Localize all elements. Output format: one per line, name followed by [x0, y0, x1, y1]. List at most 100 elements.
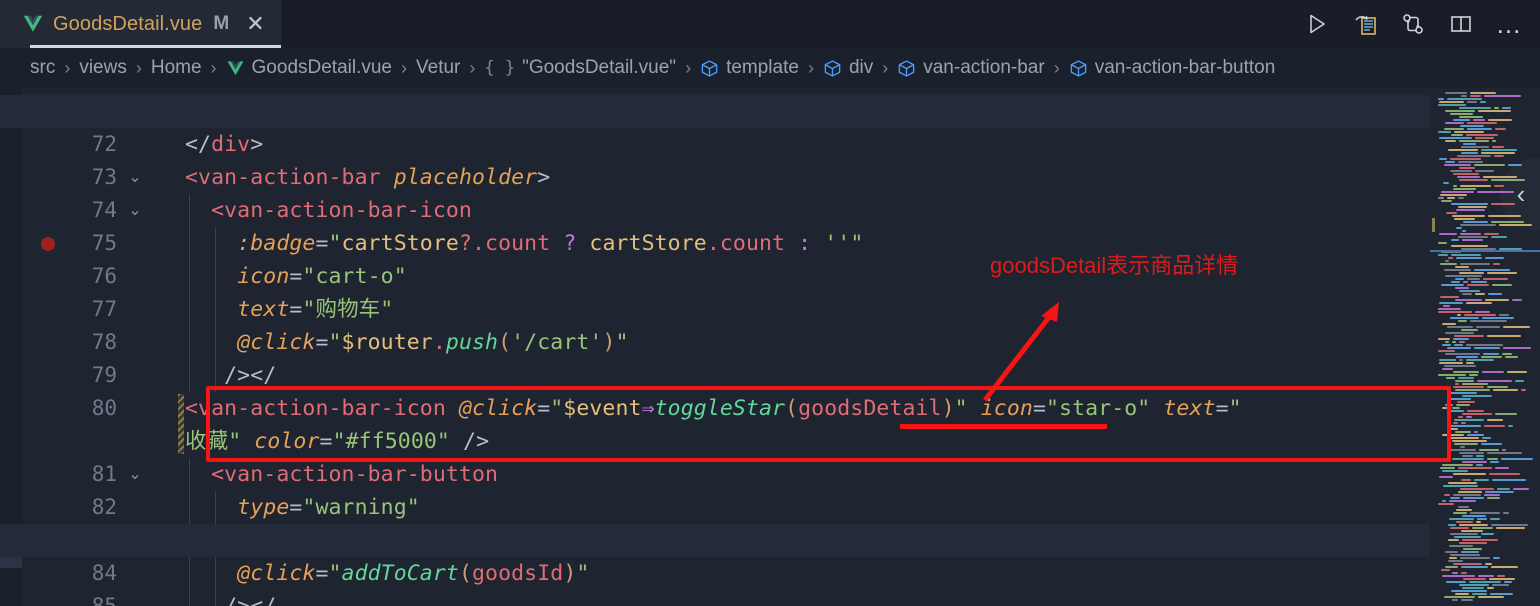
code-line: /></: [185, 359, 276, 392]
breadcrumb-separator: ›: [401, 57, 407, 78]
minimap-line: [1474, 479, 1489, 481]
minimap-line: [1491, 566, 1518, 568]
code-line: /></: [185, 590, 276, 606]
minimap[interactable]: ‹: [1430, 88, 1540, 606]
breadcrumb-item-template[interactable]: template: [700, 57, 799, 79]
run-code-icon[interactable]: [1304, 11, 1330, 37]
minimap-line: [1461, 551, 1479, 553]
minimap-line: [1438, 503, 1454, 505]
code-editor[interactable]: 53›7273⌄74⌄75767778798081⌄82838485 <div …: [0, 88, 1540, 606]
minimap-line: [1453, 173, 1479, 175]
tab-label: GoodsDetail.vue: [53, 12, 203, 35]
more-actions-icon[interactable]: …: [1496, 11, 1522, 37]
chevron-down-icon[interactable]: ⌄: [126, 161, 144, 194]
chevron-down-icon[interactable]: ⌄: [126, 458, 144, 491]
breadcrumb-item-src[interactable]: src: [30, 57, 55, 79]
minimap-line: [1513, 488, 1529, 490]
close-icon[interactable]: ✕: [246, 13, 264, 35]
minimap-line: [1453, 386, 1484, 388]
minimap-line: [1459, 272, 1484, 274]
annotation-note: goodsDetail表示商品详情: [990, 253, 1239, 278]
breadcrumb-item-home[interactable]: Home: [151, 57, 202, 79]
line-number: 73: [91, 165, 117, 189]
minimap-line: [1439, 101, 1464, 103]
code-token: =: [537, 396, 551, 421]
indent-guide: [189, 227, 190, 260]
minimap-line: [1475, 170, 1494, 172]
indent-guide: [215, 260, 216, 293]
line-number: 85: [91, 594, 117, 606]
breadcrumb: src › views › Home › GoodsDetail.vue › Vetur › { }…: [0, 48, 1540, 88]
line-number: 72: [91, 132, 117, 156]
code-token: @click: [458, 396, 538, 421]
code-token: type: [237, 495, 290, 520]
minimap-line: [1455, 389, 1490, 391]
code-token: =: [289, 264, 303, 289]
minimap-line: [1450, 554, 1480, 556]
code-line: @click="$router.push('/cart')": [185, 326, 629, 359]
compare-changes-icon[interactable]: [1400, 11, 1426, 37]
breadcrumb-item-van-action-bar-button[interactable]: van-action-bar-button: [1069, 57, 1275, 79]
minimap-line: [1440, 296, 1459, 298]
minimap-line: [1459, 179, 1488, 181]
minimap-line: [1445, 332, 1474, 334]
minimap-line: [1441, 569, 1450, 571]
chevron-left-icon: ‹: [1516, 178, 1526, 209]
minimap-cursor-line: [1430, 250, 1540, 252]
minimap-line: [1477, 380, 1512, 382]
minimap-line: [1462, 383, 1488, 385]
minimap-line: [1457, 401, 1475, 403]
editor-tab-goodsdetail[interactable]: GoodsDetail.vue M ✕: [0, 0, 282, 48]
minimap-line: [1481, 149, 1517, 151]
minimap-line: [1448, 560, 1463, 562]
line-number: 74: [91, 198, 117, 222]
cube-icon: [1070, 59, 1086, 77]
code-token: ": [328, 561, 342, 586]
breakpoint-icon[interactable]: [41, 237, 55, 251]
breadcrumb-item-views[interactable]: views: [79, 57, 127, 79]
breadcrumb-item-div[interactable]: div: [823, 57, 873, 79]
minimap-line: [1450, 113, 1473, 115]
breadcrumb-item-goodsdetail-vue[interactable]: GoodsDetail.vue: [226, 57, 392, 79]
minimap-line: [1461, 530, 1483, 532]
collapse-minimap-button[interactable]: ‹: [1500, 158, 1540, 230]
code-token: /></: [185, 594, 276, 606]
minimap-line: [1508, 425, 1513, 427]
open-preview-icon[interactable]: [1352, 11, 1378, 37]
code-line: <van-action-bar-icon: [185, 194, 472, 227]
breadcrumb-item-vetur[interactable]: Vetur: [416, 57, 460, 79]
minimap-line: [1484, 95, 1521, 97]
vue-icon: [23, 15, 43, 32]
minimap-line: [1475, 137, 1494, 139]
code-token: text: [237, 297, 290, 322]
code-token: @click: [237, 561, 316, 586]
minimap-line: [1446, 212, 1457, 214]
code-token: "购物车": [302, 297, 394, 322]
code-token: @click: [237, 330, 316, 355]
indent-guide: [189, 359, 190, 392]
breadcrumb-item-goodsdetail-vue[interactable]: { } "GoodsDetail.vue": [484, 57, 676, 79]
indent-guide: [215, 491, 216, 524]
minimap-line: [1487, 419, 1503, 421]
code-line: <van-action-bar placeholder>: [185, 161, 550, 194]
minimap-line: [1475, 311, 1490, 313]
code-token: icon: [237, 264, 290, 289]
minimap-line: [1447, 428, 1458, 430]
chevron-down-icon[interactable]: ⌄: [126, 194, 144, 227]
breadcrumb-item-van-action-bar[interactable]: van-action-bar: [897, 57, 1045, 79]
minimap-line: [1483, 278, 1508, 280]
indent-guide: [189, 194, 190, 227]
minimap-line: [1448, 392, 1477, 394]
minimap-line: [1450, 170, 1472, 172]
minimap-line: [1452, 599, 1458, 601]
cube-icon: [898, 59, 915, 77]
code-token: <: [185, 198, 225, 223]
minimap-line: [1442, 500, 1446, 502]
minimap-line: [1441, 284, 1464, 286]
minimap-line: [1443, 182, 1449, 184]
minimap-line: [1443, 305, 1450, 307]
minimap-line: [1458, 236, 1488, 238]
minimap-line: [1451, 254, 1481, 256]
minimap-line: [1454, 419, 1484, 421]
split-editor-icon[interactable]: [1448, 11, 1474, 37]
